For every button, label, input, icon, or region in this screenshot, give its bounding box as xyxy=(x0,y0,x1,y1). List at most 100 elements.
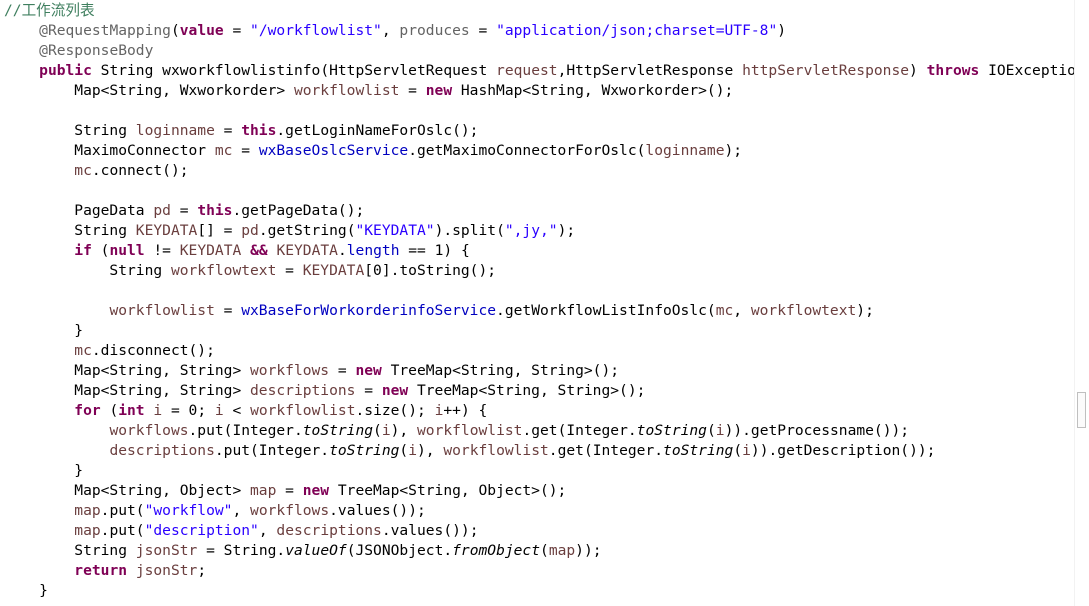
code-token: new xyxy=(355,362,382,379)
code-token: ); xyxy=(557,222,576,239)
code-token: = xyxy=(469,22,497,39)
code-token: @RequestMapping xyxy=(39,22,171,39)
code-token: @ResponseBody xyxy=(39,42,154,59)
code-token: descriptions xyxy=(109,442,215,459)
code-token: String xyxy=(4,262,171,279)
code-token: toString xyxy=(302,422,374,439)
code-token: ); xyxy=(856,302,874,319)
code-line[interactable]: Map<String, String> descriptions = new T… xyxy=(0,381,1075,401)
code-token: ++) { xyxy=(443,402,488,419)
vertical-scrollbar-thumb[interactable] xyxy=(1077,392,1086,428)
code-token: .get(Integer. xyxy=(548,442,664,459)
code-token: ( xyxy=(733,442,743,459)
code-token: workflows xyxy=(250,502,330,519)
code-token: = xyxy=(276,482,303,499)
code-token: KEYDATA xyxy=(179,242,242,259)
code-token: workflows xyxy=(250,362,330,379)
code-token: // xyxy=(4,2,22,19)
code-line[interactable]: mc.disconnect(); xyxy=(0,341,1075,361)
code-token: workflowlist xyxy=(293,82,400,99)
code-token: i xyxy=(408,442,417,459)
code-line[interactable] xyxy=(0,181,1075,201)
code-line[interactable]: String workflowtext = KEYDATA[0].toStrin… xyxy=(0,261,1075,281)
code-token: fromObject xyxy=(452,542,541,559)
code-line[interactable]: PageData pd = this.getPageData(); xyxy=(0,201,1075,221)
code-line[interactable]: } xyxy=(0,321,1075,341)
code-token: workflowlist xyxy=(417,422,523,439)
code-token: Map<String, Wxworkorder> xyxy=(4,82,294,99)
code-line[interactable]: for (int i = 0; i < workflowlist.size();… xyxy=(0,401,1075,421)
code-line[interactable]: public String wxworkflowlistinfo(HttpSer… xyxy=(0,61,1075,81)
code-token: .getString( xyxy=(258,222,356,239)
code-line[interactable]: //工作流列表 xyxy=(0,0,1075,21)
code-line[interactable]: return jsonStr; xyxy=(0,561,1075,581)
code-line[interactable]: Map<String, Wxworkorder> workflowlist = … xyxy=(0,81,1075,101)
code-token: ) xyxy=(909,62,927,79)
code-line[interactable]: map.put("workflow", workflows.values()); xyxy=(0,501,1075,521)
code-line[interactable]: if (null != KEYDATA && KEYDATA.length ==… xyxy=(0,241,1075,261)
code-token: ( xyxy=(540,542,549,559)
code-token: null xyxy=(109,242,145,259)
vertical-scrollbar[interactable] xyxy=(1074,0,1089,606)
code-token: wxBaseOslcService xyxy=(258,142,409,159)
code-token: = xyxy=(276,262,303,279)
code-line[interactable]: } xyxy=(0,581,1075,601)
code-token: String xyxy=(4,222,136,239)
code-token: .get(Integer. xyxy=(522,422,637,439)
code-token: ( xyxy=(399,442,409,459)
java-source-editor[interactable]: //工作流列表 @RequestMapping(value = "/workfl… xyxy=(0,0,1089,606)
code-token: ( xyxy=(91,242,110,259)
code-token: < xyxy=(223,402,251,419)
code-line[interactable]: } xyxy=(0,461,1075,481)
code-token: this xyxy=(241,122,277,139)
code-line[interactable]: Map<String, Object> map = new TreeMap<St… xyxy=(0,481,1075,501)
code-token: i xyxy=(214,402,224,419)
code-token: )); xyxy=(575,542,602,559)
code-token: TreeMap<String, Object>(); xyxy=(329,482,567,499)
code-token: .put(Integer. xyxy=(188,422,303,439)
code-token: .values()); xyxy=(381,522,479,539)
code-line[interactable]: String jsonStr = String.valueOf(JSONObje… xyxy=(0,541,1075,561)
code-token: == 1) { xyxy=(399,242,470,259)
code-token: length xyxy=(346,242,400,259)
code-token: PageData xyxy=(4,202,154,219)
code-line[interactable]: workflows.put(Integer.toString(i), workf… xyxy=(0,421,1075,441)
code-line[interactable]: String KEYDATA[] = pd.getString("KEYDATA… xyxy=(0,221,1075,241)
code-token: ( xyxy=(373,422,382,439)
code-token: i xyxy=(381,422,391,439)
code-token: .size(); xyxy=(355,402,435,419)
code-token: [] = xyxy=(197,222,242,239)
code-line[interactable]: mc.connect(); xyxy=(0,161,1075,181)
code-line[interactable]: @ResponseBody xyxy=(0,41,1075,61)
code-token: , xyxy=(258,522,277,539)
code-line[interactable]: workflowlist = wxBaseForWorkorderinfoSer… xyxy=(0,301,1075,321)
code-line[interactable] xyxy=(0,281,1075,301)
code-line[interactable]: MaximoConnector mc = wxBaseOslcService.g… xyxy=(0,141,1075,161)
code-line[interactable]: Map<String, String> workflows = new Tree… xyxy=(0,361,1075,381)
code-line[interactable] xyxy=(0,601,1075,606)
code-token: = xyxy=(329,362,356,379)
code-token: Map<String, Object> xyxy=(4,482,251,499)
code-token: loginname xyxy=(645,142,725,159)
code-token: String xyxy=(4,122,136,139)
code-token: .put( xyxy=(100,502,145,519)
code-line[interactable]: map.put("description", descriptions.valu… xyxy=(0,521,1075,541)
code-line[interactable]: @RequestMapping(value = "/workflowlist",… xyxy=(0,21,1075,41)
code-token: i xyxy=(715,422,725,439)
code-token: request xyxy=(496,62,558,79)
code-token: .connect(); xyxy=(91,162,189,179)
code-line[interactable]: descriptions.put(Integer.toString(i), wo… xyxy=(0,441,1075,461)
code-text-area[interactable]: //工作流列表 @RequestMapping(value = "/workfl… xyxy=(0,0,1075,606)
code-token: mc xyxy=(214,142,233,159)
code-token: return xyxy=(74,562,128,579)
code-token: != xyxy=(144,242,180,259)
code-line[interactable]: String loginname = this.getLoginNameForO… xyxy=(0,121,1075,141)
code-token: toString xyxy=(329,442,400,459)
code-line[interactable] xyxy=(0,101,1075,121)
